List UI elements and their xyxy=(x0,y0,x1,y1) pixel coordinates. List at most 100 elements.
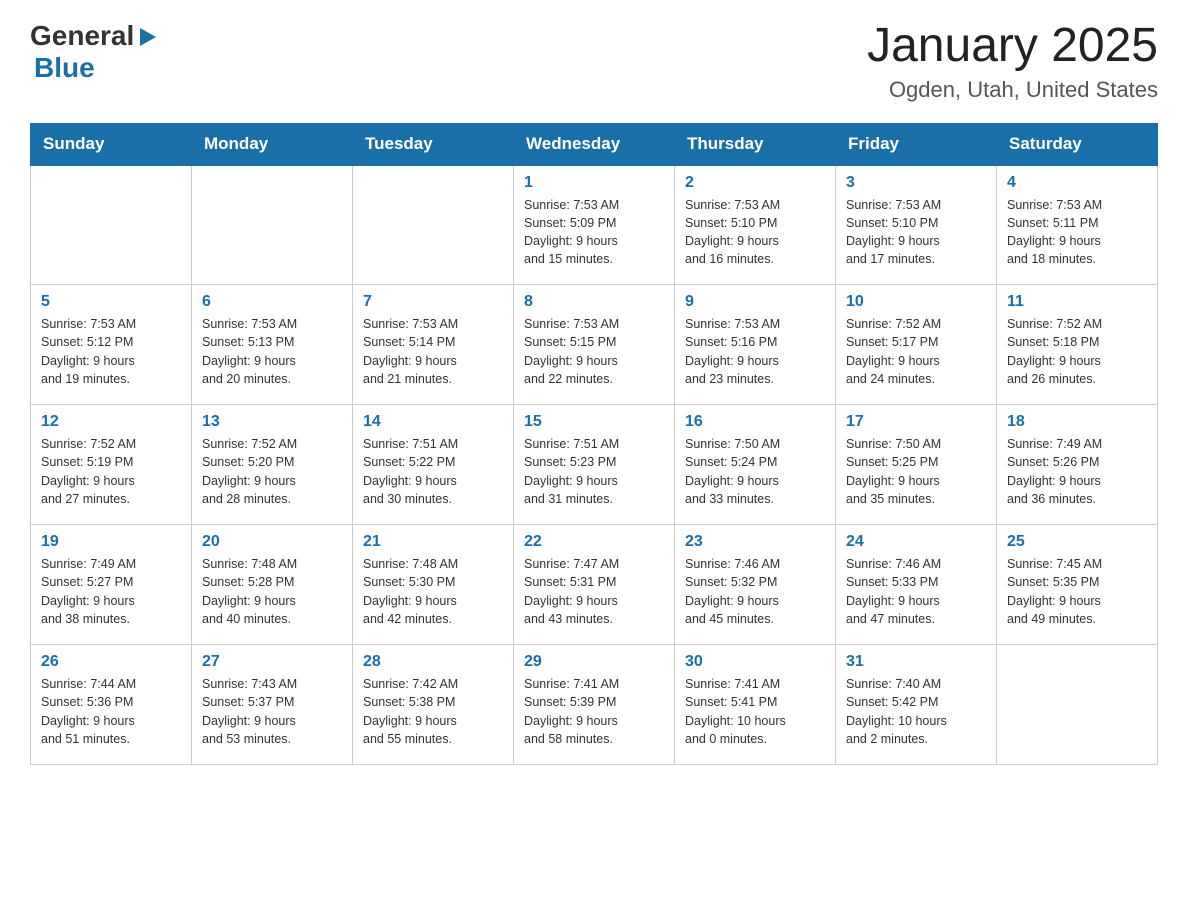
day-info: Sunrise: 7:51 AMSunset: 5:23 PMDaylight:… xyxy=(524,435,664,508)
calendar-cell xyxy=(997,645,1158,765)
day-info: Sunrise: 7:50 AMSunset: 5:24 PMDaylight:… xyxy=(685,435,825,508)
day-info: Sunrise: 7:41 AMSunset: 5:41 PMDaylight:… xyxy=(685,675,825,748)
calendar-header-sunday: Sunday xyxy=(31,123,192,165)
day-info: Sunrise: 7:53 AMSunset: 5:10 PMDaylight:… xyxy=(685,196,825,269)
calendar-header-wednesday: Wednesday xyxy=(514,123,675,165)
logo-triangle-icon xyxy=(136,26,158,48)
day-info: Sunrise: 7:53 AMSunset: 5:09 PMDaylight:… xyxy=(524,196,664,269)
calendar-cell: 14Sunrise: 7:51 AMSunset: 5:22 PMDayligh… xyxy=(353,405,514,525)
calendar-cell: 21 Sunrise: 7:48 AMSunset: 5:30 PMDayligh… xyxy=(353,525,514,645)
day-info: Sunrise: 7:49 AMSunset: 5:27 PMDaylight:… xyxy=(41,555,181,628)
page-subtitle: Ogden, Utah, United States xyxy=(867,77,1158,103)
calendar-cell: 13Sunrise: 7:52 AMSunset: 5:20 PMDayligh… xyxy=(192,405,353,525)
calendar-cell: 22Sunrise: 7:47 AMSunset: 5:31 PMDayligh… xyxy=(514,525,675,645)
title-block: January 2025 Ogden, Utah, United States xyxy=(867,20,1158,103)
day-number: 10 xyxy=(846,293,986,311)
day-number: 8 xyxy=(524,293,664,311)
day-number: 30 xyxy=(685,653,825,671)
day-info: Sunrise: 7:43 AMSunset: 5:37 PMDaylight:… xyxy=(202,675,342,748)
day-info: Sunrise: 7:52 AMSunset: 5:20 PMDaylight:… xyxy=(202,435,342,508)
calendar-week-1: 1 Sunrise: 7:53 AMSunset: 5:09 PMDaylight… xyxy=(31,165,1158,285)
calendar-cell: 20 Sunrise: 7:48 AMSunset: 5:28 PMDayligh… xyxy=(192,525,353,645)
calendar-cell: 15 Sunrise: 7:51 AMSunset: 5:23 PMDayligh… xyxy=(514,405,675,525)
calendar-cell: 11 Sunrise: 7:52 AMSunset: 5:18 PMDayligh… xyxy=(997,285,1158,405)
day-number: 2 xyxy=(685,174,825,192)
calendar-cell: 17Sunrise: 7:50 AMSunset: 5:25 PMDayligh… xyxy=(836,405,997,525)
day-info: Sunrise: 7:46 AMSunset: 5:33 PMDaylight:… xyxy=(846,555,986,628)
calendar-cell: 19 Sunrise: 7:49 AMSunset: 5:27 PMDayligh… xyxy=(31,525,192,645)
calendar-week-4: 19 Sunrise: 7:49 AMSunset: 5:27 PMDayligh… xyxy=(31,525,1158,645)
day-info: Sunrise: 7:44 AMSunset: 5:36 PMDaylight:… xyxy=(41,675,181,748)
calendar-cell: 8 Sunrise: 7:53 AMSunset: 5:15 PMDaylight… xyxy=(514,285,675,405)
day-info: Sunrise: 7:40 AMSunset: 5:42 PMDaylight:… xyxy=(846,675,986,748)
calendar-cell: 30 Sunrise: 7:41 AMSunset: 5:41 PMDayligh… xyxy=(675,645,836,765)
calendar-header-thursday: Thursday xyxy=(675,123,836,165)
day-number: 20 xyxy=(202,533,342,551)
calendar-table: SundayMondayTuesdayWednesdayThursdayFrid… xyxy=(30,123,1158,766)
day-info: Sunrise: 7:52 AMSunset: 5:17 PMDaylight:… xyxy=(846,315,986,388)
day-number: 1 xyxy=(524,174,664,192)
calendar-week-3: 12Sunrise: 7:52 AMSunset: 5:19 PMDayligh… xyxy=(31,405,1158,525)
day-number: 19 xyxy=(41,533,181,551)
calendar-cell: 24Sunrise: 7:46 AMSunset: 5:33 PMDayligh… xyxy=(836,525,997,645)
day-number: 21 xyxy=(363,533,503,551)
day-info: Sunrise: 7:47 AMSunset: 5:31 PMDaylight:… xyxy=(524,555,664,628)
calendar-cell: 5 Sunrise: 7:53 AMSunset: 5:12 PMDaylight… xyxy=(31,285,192,405)
logo: General Blue xyxy=(30,20,158,84)
calendar-cell xyxy=(192,165,353,285)
day-number: 28 xyxy=(363,653,503,671)
day-number: 12 xyxy=(41,413,181,431)
calendar-cell: 1 Sunrise: 7:53 AMSunset: 5:09 PMDaylight… xyxy=(514,165,675,285)
page-title: January 2025 xyxy=(867,20,1158,73)
day-number: 31 xyxy=(846,653,986,671)
day-info: Sunrise: 7:53 AMSunset: 5:13 PMDaylight:… xyxy=(202,315,342,388)
day-info: Sunrise: 7:42 AMSunset: 5:38 PMDaylight:… xyxy=(363,675,503,748)
day-number: 9 xyxy=(685,293,825,311)
calendar-cell: 29Sunrise: 7:41 AMSunset: 5:39 PMDayligh… xyxy=(514,645,675,765)
calendar-cell: 16 Sunrise: 7:50 AMSunset: 5:24 PMDayligh… xyxy=(675,405,836,525)
calendar-header-monday: Monday xyxy=(192,123,353,165)
day-info: Sunrise: 7:53 AMSunset: 5:15 PMDaylight:… xyxy=(524,315,664,388)
calendar-week-5: 26 Sunrise: 7:44 AMSunset: 5:36 PMDayligh… xyxy=(31,645,1158,765)
calendar-header-saturday: Saturday xyxy=(997,123,1158,165)
day-info: Sunrise: 7:45 AMSunset: 5:35 PMDaylight:… xyxy=(1007,555,1147,628)
calendar-header-row: SundayMondayTuesdayWednesdayThursdayFrid… xyxy=(31,123,1158,165)
day-number: 23 xyxy=(685,533,825,551)
day-info: Sunrise: 7:48 AMSunset: 5:28 PMDaylight:… xyxy=(202,555,342,628)
day-number: 7 xyxy=(363,293,503,311)
calendar-header-friday: Friday xyxy=(836,123,997,165)
day-info: Sunrise: 7:53 AMSunset: 5:11 PMDaylight:… xyxy=(1007,196,1147,269)
day-number: 14 xyxy=(363,413,503,431)
calendar-cell: 2 Sunrise: 7:53 AMSunset: 5:10 PMDaylight… xyxy=(675,165,836,285)
day-info: Sunrise: 7:48 AMSunset: 5:30 PMDaylight:… xyxy=(363,555,503,628)
calendar-cell: 9Sunrise: 7:53 AMSunset: 5:16 PMDaylight… xyxy=(675,285,836,405)
day-info: Sunrise: 7:53 AMSunset: 5:14 PMDaylight:… xyxy=(363,315,503,388)
day-number: 4 xyxy=(1007,174,1147,192)
day-number: 27 xyxy=(202,653,342,671)
day-number: 5 xyxy=(41,293,181,311)
calendar-cell xyxy=(31,165,192,285)
day-number: 18 xyxy=(1007,413,1147,431)
day-info: Sunrise: 7:53 AMSunset: 5:12 PMDaylight:… xyxy=(41,315,181,388)
calendar-cell: 23Sunrise: 7:46 AMSunset: 5:32 PMDayligh… xyxy=(675,525,836,645)
day-info: Sunrise: 7:52 AMSunset: 5:18 PMDaylight:… xyxy=(1007,315,1147,388)
calendar-cell: 27 Sunrise: 7:43 AMSunset: 5:37 PMDayligh… xyxy=(192,645,353,765)
calendar-cell: 6 Sunrise: 7:53 AMSunset: 5:13 PMDaylight… xyxy=(192,285,353,405)
day-info: Sunrise: 7:50 AMSunset: 5:25 PMDaylight:… xyxy=(846,435,986,508)
calendar-cell: 31 Sunrise: 7:40 AMSunset: 5:42 PMDayligh… xyxy=(836,645,997,765)
calendar-cell: 12Sunrise: 7:52 AMSunset: 5:19 PMDayligh… xyxy=(31,405,192,525)
calendar-cell: 7 Sunrise: 7:53 AMSunset: 5:14 PMDaylight… xyxy=(353,285,514,405)
day-number: 6 xyxy=(202,293,342,311)
page-header: General Blue January 2025 Ogden, Utah, U… xyxy=(30,20,1158,103)
calendar-cell: 26 Sunrise: 7:44 AMSunset: 5:36 PMDayligh… xyxy=(31,645,192,765)
logo-general: General xyxy=(30,20,134,52)
day-number: 15 xyxy=(524,413,664,431)
calendar-week-2: 5 Sunrise: 7:53 AMSunset: 5:12 PMDaylight… xyxy=(31,285,1158,405)
day-number: 16 xyxy=(685,413,825,431)
day-number: 11 xyxy=(1007,293,1147,311)
calendar-cell: 18Sunrise: 7:49 AMSunset: 5:26 PMDayligh… xyxy=(997,405,1158,525)
day-info: Sunrise: 7:41 AMSunset: 5:39 PMDaylight:… xyxy=(524,675,664,748)
calendar-cell: 3Sunrise: 7:53 AMSunset: 5:10 PMDaylight… xyxy=(836,165,997,285)
calendar-cell: 28 Sunrise: 7:42 AMSunset: 5:38 PMDayligh… xyxy=(353,645,514,765)
day-number: 26 xyxy=(41,653,181,671)
